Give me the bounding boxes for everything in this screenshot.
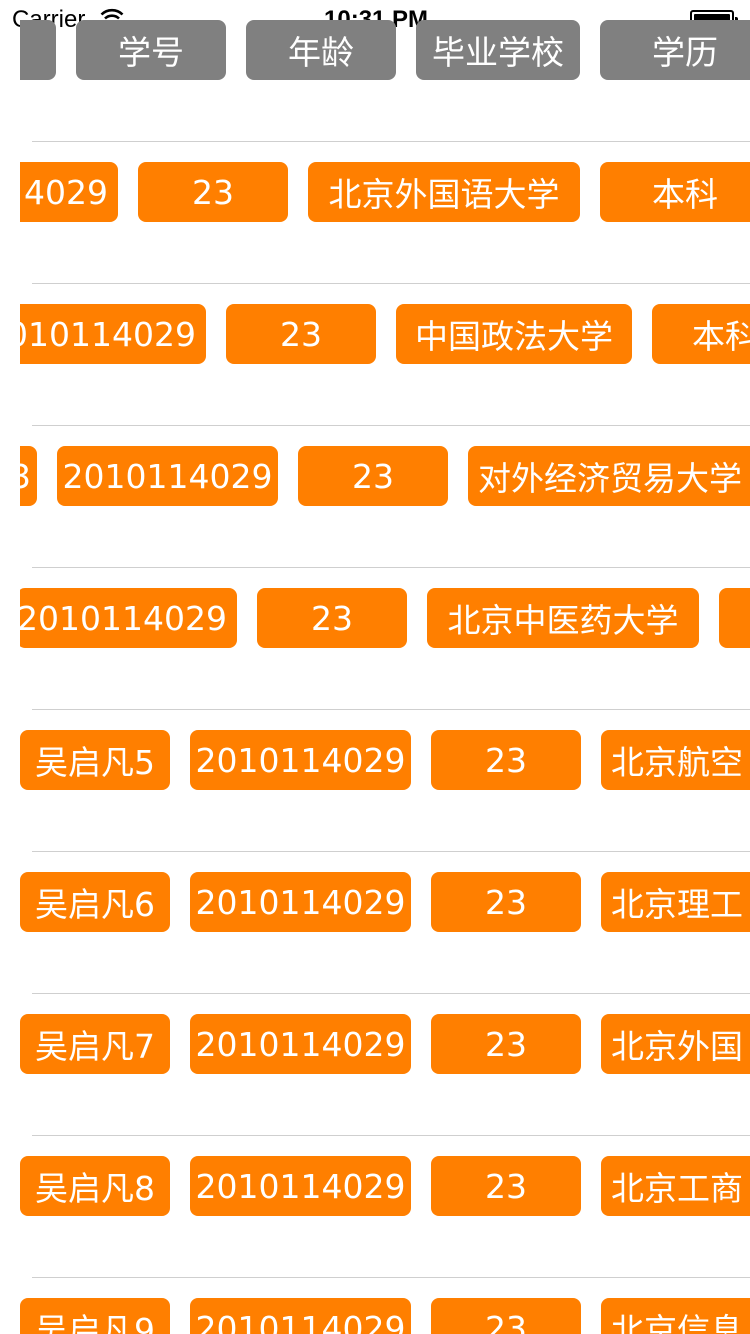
cell-age[interactable]: 23	[138, 162, 288, 222]
cell-student-id[interactable]: 4029	[20, 162, 118, 222]
cell-name[interactable]: 3	[20, 446, 37, 506]
cell-age[interactable]: 23	[431, 1298, 581, 1334]
cell-student-id[interactable]: 2010114029	[190, 872, 411, 932]
table-row[interactable]: 吴启凡6 2010114029 23 北京理工	[0, 872, 750, 932]
cell-school[interactable]: 对外经济贸易大学	[468, 446, 750, 506]
cell-degree[interactable]	[719, 588, 750, 648]
cell-school[interactable]: 北京工商	[601, 1156, 750, 1216]
row-divider	[32, 1135, 750, 1136]
cell-age[interactable]: 23	[298, 446, 448, 506]
cell-student-id[interactable]: 2010114029	[190, 1014, 411, 1074]
cell-age[interactable]: 23	[257, 588, 407, 648]
table-row[interactable]: 2010114029 23 中国政法大学 本科	[0, 304, 750, 364]
table-row[interactable]: 吴启凡5 2010114029 23 北京航空	[0, 730, 750, 790]
header-cell-name[interactable]	[20, 20, 56, 80]
header-cell-student-id[interactable]: 学号	[76, 20, 226, 80]
cell-school[interactable]: 北京中医药大学	[427, 588, 699, 648]
cell-school[interactable]: 北京外国	[601, 1014, 750, 1074]
cell-student-id[interactable]: 2010114029	[20, 588, 237, 648]
header-cell-school[interactable]: 毕业学校	[416, 20, 580, 80]
cell-student-id[interactable]: 2010114029	[190, 730, 411, 790]
cell-school[interactable]: 北京航空	[601, 730, 750, 790]
header-cell-degree[interactable]: 学历	[600, 20, 750, 80]
row-divider	[32, 567, 750, 568]
cell-student-id[interactable]: 2010114029	[190, 1298, 411, 1334]
row-divider	[32, 283, 750, 284]
table-row[interactable]: 吴启凡8 2010114029 23 北京工商	[0, 1156, 750, 1216]
cell-age[interactable]: 23	[431, 1014, 581, 1074]
cell-age[interactable]: 23	[226, 304, 376, 364]
cell-age[interactable]: 23	[431, 730, 581, 790]
cell-school[interactable]: 北京外国语大学	[308, 162, 580, 222]
row-divider	[32, 709, 750, 710]
table-row[interactable]: 4029 23 北京外国语大学 本科	[0, 162, 750, 222]
cell-student-id[interactable]: 2010114029	[57, 446, 278, 506]
cell-name[interactable]: 吴启凡5	[20, 730, 170, 790]
row-divider	[32, 993, 750, 994]
cell-name[interactable]: 吴启凡6	[20, 872, 170, 932]
cell-student-id[interactable]: 2010114029	[190, 1156, 411, 1216]
row-divider	[32, 425, 750, 426]
cell-name[interactable]: 吴启凡7	[20, 1014, 170, 1074]
cell-degree[interactable]: 本科	[600, 162, 750, 222]
table-row[interactable]: 吴启凡7 2010114029 23 北京外国	[0, 1014, 750, 1074]
cell-student-id[interactable]: 2010114029	[20, 304, 206, 364]
row-divider	[32, 1277, 750, 1278]
row-divider	[32, 851, 750, 852]
cell-degree[interactable]: 本科	[652, 304, 750, 364]
header-row[interactable]: 学号 年龄 毕业学校 学历	[0, 20, 750, 80]
cell-name[interactable]: 吴启凡8	[20, 1156, 170, 1216]
cell-school[interactable]: 北京理工	[601, 872, 750, 932]
table-row[interactable]: 2010114029 23 北京中医药大学	[0, 588, 750, 648]
cell-age[interactable]: 23	[431, 1156, 581, 1216]
cell-age[interactable]: 23	[431, 872, 581, 932]
cell-school[interactable]: 北京信息	[601, 1298, 750, 1334]
cell-school[interactable]: 中国政法大学	[396, 304, 632, 364]
table-row[interactable]: 3 2010114029 23 对外经济贸易大学	[0, 446, 750, 506]
table-row[interactable]: 吴启凡9 2010114029 23 北京信息	[0, 1298, 750, 1334]
row-divider	[32, 141, 750, 142]
header-cell-age[interactable]: 年龄	[246, 20, 396, 80]
cell-name[interactable]: 吴启凡9	[20, 1298, 170, 1334]
